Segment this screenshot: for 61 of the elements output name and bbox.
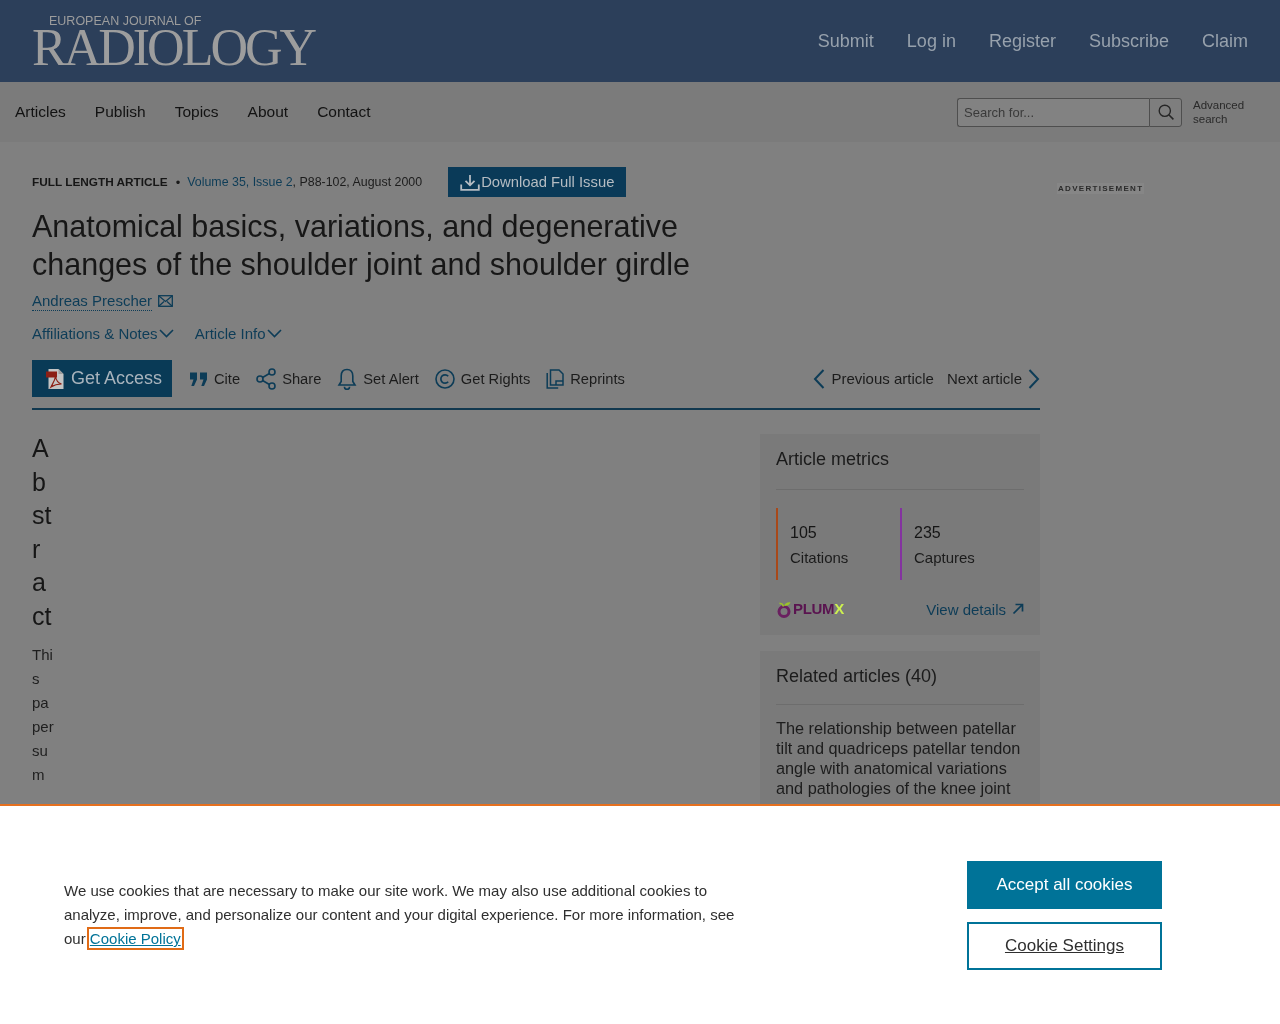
metric-value: 235 [914, 523, 942, 543]
nav-link[interactable]: About [247, 103, 289, 121]
abstract-text: This paper sum [32, 645, 54, 785]
header-link[interactable]: Subscribe [1088, 30, 1169, 52]
share-icon [256, 367, 277, 390]
advanced-search-link[interactable]: Advanced search [1193, 98, 1249, 126]
card-title: Related articles (40) [776, 651, 1024, 705]
documents-icon [546, 368, 565, 389]
header-link[interactable]: Log in [906, 30, 956, 52]
nav-link[interactable]: Articles [15, 103, 66, 121]
view-details-link[interactable]: View details [926, 600, 1024, 618]
article-type: FULL LENGTH ARTICLE [32, 175, 168, 189]
chevron-down-icon [158, 328, 174, 338]
issue-citation: Volume 35, Issue 2, P88-102, August 2000 [187, 175, 423, 189]
cookie-policy-link[interactable]: Cookie Policy [89, 930, 181, 947]
article-title: Anatomical basics, variations, and degenerative changes of the shoulder joint and shoulder girdle [32, 208, 691, 283]
search-field[interactable]: Search for... [957, 97, 1149, 127]
cookie-notice-text: We use cookies that are necessary to make our site work. We may also use additional cookies to analyze, improve, and personalize our content and your digital experience. For more information, see our Cookie Policy [64, 879, 754, 951]
nav-link[interactable]: Topics [174, 103, 219, 121]
bell-icon [337, 367, 358, 390]
action-link[interactable]: Get Rights [434, 368, 531, 389]
arrow-up-right-icon [1012, 603, 1024, 615]
quote-icon [189, 370, 208, 387]
header-link[interactable]: Claim [1202, 30, 1248, 52]
action-link[interactable]: Reprints [546, 368, 625, 389]
disclosure-toggle[interactable]: Article Info [194, 324, 282, 342]
search-icon [1157, 104, 1174, 120]
cookie-settings-button[interactable]: Cookie Settings [967, 921, 1162, 970]
metric-value: 105 [790, 523, 818, 543]
envelope-icon[interactable] [158, 295, 174, 307]
pdf-file-icon [45, 367, 65, 390]
header-link[interactable]: Submit [817, 30, 874, 52]
copyright-icon [434, 368, 455, 389]
accept-cookies-button[interactable]: Accept all cookies [967, 860, 1162, 909]
abstract-heading: Abstract [32, 433, 53, 632]
separator-dot: • [175, 174, 181, 190]
chevron-down-icon [266, 328, 282, 338]
disclosure-toggle[interactable]: Affiliations & Notes [32, 324, 174, 342]
related-article-link[interactable]: The relationship between patellar tilt and quadriceps patellar tendon angle with anatomical variations and pathologies of the knee joint [776, 718, 1024, 798]
previous-article-link[interactable]: Previous article [813, 368, 934, 389]
plum-icon [776, 600, 792, 618]
nav-link[interactable]: Publish [94, 103, 146, 121]
chevron-left-icon [813, 368, 826, 389]
plumx-wordmark: PLUMX [793, 600, 844, 618]
next-article-link[interactable]: Next article [946, 368, 1040, 389]
action-link[interactable]: Set Alert [337, 367, 419, 390]
action-link[interactable]: Share [256, 367, 322, 390]
download-icon [460, 173, 481, 191]
action-link[interactable]: Cite [189, 370, 241, 387]
download-issue-button[interactable]: Download Full Issue [448, 167, 627, 197]
author-link[interactable]: Andreas Prescher [32, 291, 153, 311]
chevron-right-icon [1028, 368, 1040, 389]
header-link[interactable]: Register [988, 30, 1056, 52]
search-button[interactable] [1149, 97, 1182, 127]
get-access-button[interactable]: Get Access [32, 360, 172, 397]
advertisement-label: ADVERTISEMENT [1057, 183, 1145, 194]
nav-link[interactable]: Contact [317, 103, 371, 121]
volume-link[interactable]: Volume 35, Issue 2 [187, 175, 293, 189]
metric-label: Captures [914, 548, 975, 568]
metric-label: Citations [790, 548, 849, 568]
card-title: Article metrics [776, 434, 1024, 490]
